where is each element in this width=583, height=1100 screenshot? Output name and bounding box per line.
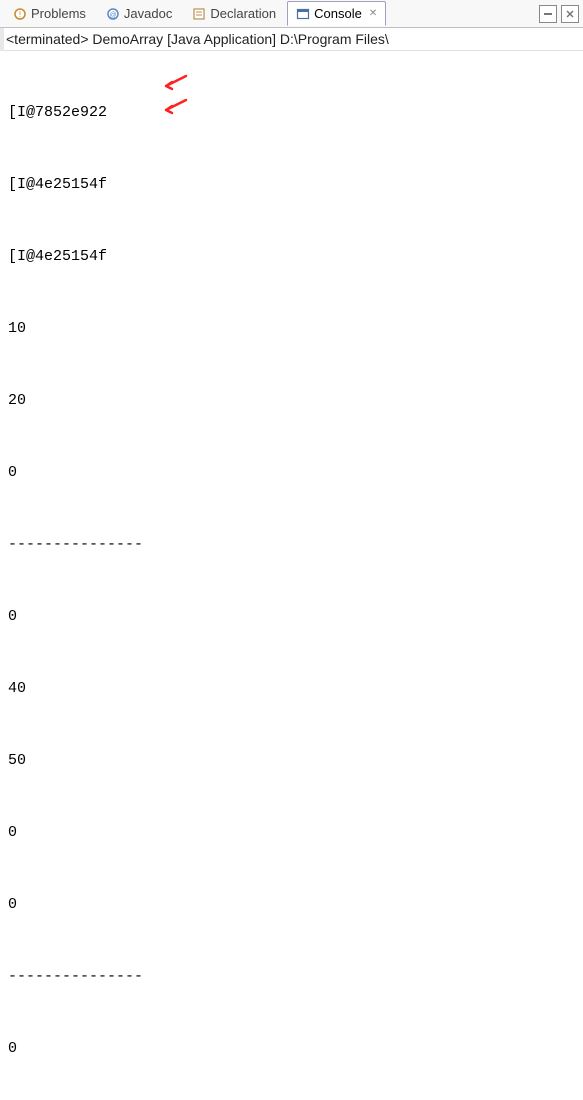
- tab-label: Declaration: [210, 6, 276, 21]
- output-line: [I@7852e922: [8, 101, 575, 125]
- output-line: 0: [8, 821, 575, 845]
- toolbar-right: [539, 5, 579, 23]
- output-line: ---------------: [8, 965, 575, 989]
- output-line: 10: [8, 317, 575, 341]
- tab-label: Console: [314, 6, 362, 21]
- tab-console[interactable]: Console ✕: [287, 1, 386, 26]
- output-line: 40: [8, 677, 575, 701]
- output-line: 0: [8, 605, 575, 629]
- views-tab-bar: ! Problems @ Javadoc Declaration: [0, 0, 583, 28]
- javadoc-icon: @: [106, 7, 120, 21]
- output-line: [I@4e25154f: [8, 245, 575, 269]
- tab-label: Javadoc: [124, 6, 172, 21]
- tab-declaration[interactable]: Declaration: [183, 1, 285, 26]
- console-icon: [296, 7, 310, 21]
- remove-all-button[interactable]: [561, 5, 579, 23]
- arrow-annotation: [160, 74, 188, 103]
- svg-text:@: @: [109, 12, 116, 19]
- console-status-line: <terminated> DemoArray [Java Application…: [0, 28, 583, 51]
- console-output[interactable]: [I@7852e922 [I@4e25154f [I@4e25154f 10 2…: [0, 51, 583, 1100]
- tab-label: Problems: [31, 6, 86, 21]
- tab-problems[interactable]: ! Problems: [4, 1, 95, 26]
- declaration-icon: [192, 7, 206, 21]
- output-line: 0: [8, 461, 575, 485]
- close-icon[interactable]: ✕: [369, 8, 377, 19]
- svg-text:!: !: [19, 10, 21, 19]
- output-line: 0: [8, 1037, 575, 1061]
- tab-javadoc[interactable]: @ Javadoc: [97, 1, 181, 26]
- remove-launch-button[interactable]: [539, 5, 557, 23]
- problems-icon: !: [13, 7, 27, 21]
- output-line: [I@4e25154f: [8, 173, 575, 197]
- output-line: 20: [8, 389, 575, 413]
- output-line: 0: [8, 893, 575, 917]
- output-line: 50: [8, 749, 575, 773]
- output-line: ---------------: [8, 533, 575, 557]
